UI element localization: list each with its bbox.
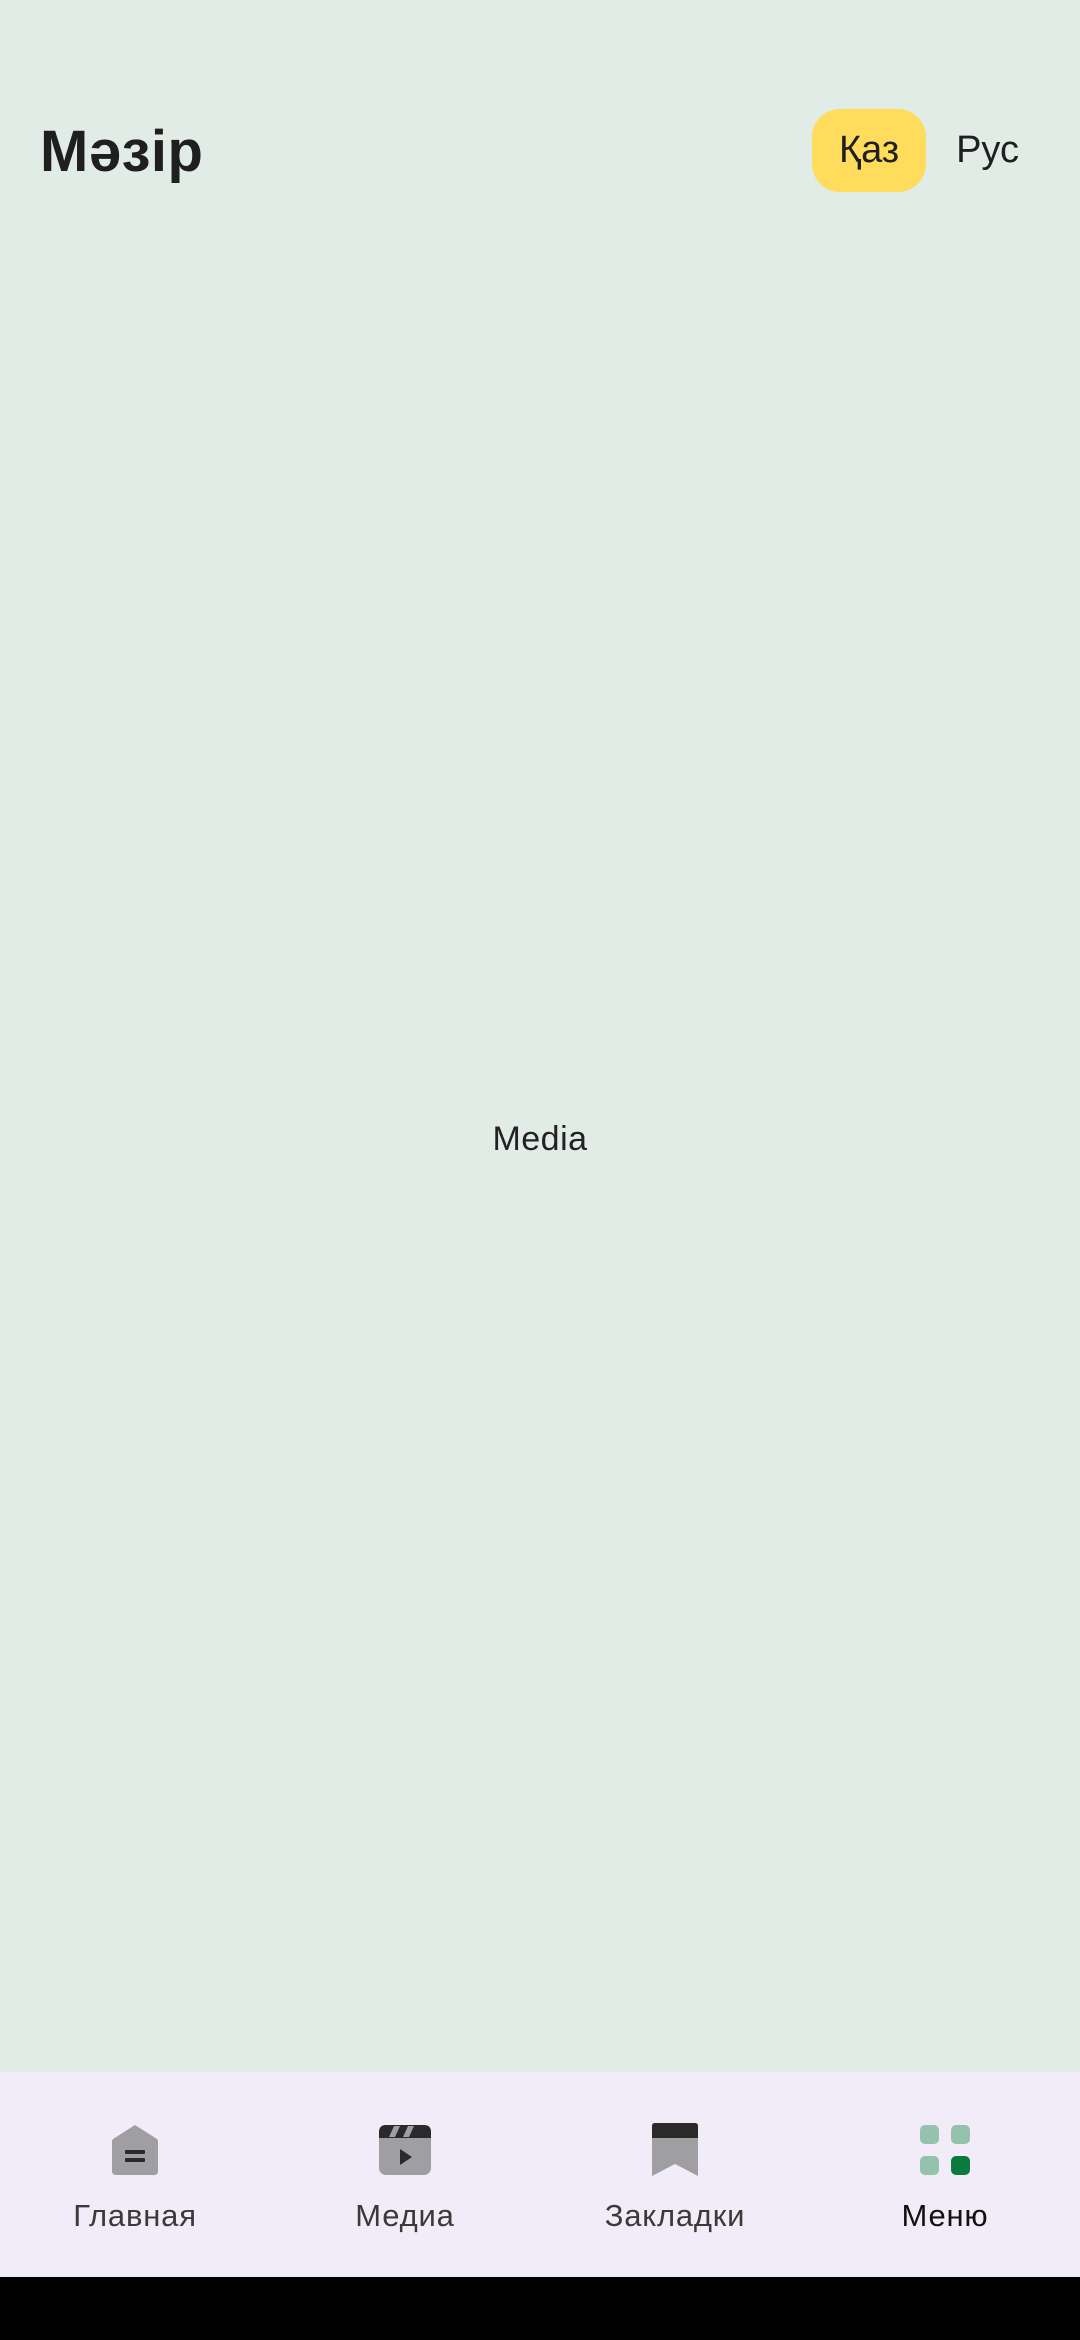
nav-label-home: Главная: [73, 2198, 197, 2233]
media-clapper-icon: [377, 2122, 433, 2178]
menu-grid-icon: [917, 2122, 973, 2178]
language-switch: Қаз Рус: [812, 109, 1040, 192]
nav-label-menu: Меню: [901, 2198, 989, 2233]
page-title: Мәзір: [40, 119, 204, 184]
app-header: Мәзір Қаз Рус: [0, 0, 1080, 230]
bottom-navigation: Главная Медиа Закладки Меню: [0, 2072, 1080, 2277]
nav-label-bookmarks: Закладки: [604, 2198, 746, 2233]
nav-item-media[interactable]: Медиа: [270, 2072, 540, 2277]
nav-label-media: Медиа: [355, 2198, 455, 2233]
home-icon: [107, 2122, 163, 2178]
nav-item-menu[interactable]: Меню: [810, 2072, 1080, 2277]
bookmark-icon: [647, 2122, 703, 2178]
nav-item-home[interactable]: Главная: [0, 2072, 270, 2277]
lang-russian-button[interactable]: Рус: [935, 109, 1040, 192]
nav-item-bookmarks[interactable]: Закладки: [540, 2072, 810, 2277]
system-navigation-bar: [0, 2277, 1080, 2340]
main-placeholder-text: Media: [492, 1120, 588, 1158]
lang-kazakh-button[interactable]: Қаз: [812, 109, 927, 192]
